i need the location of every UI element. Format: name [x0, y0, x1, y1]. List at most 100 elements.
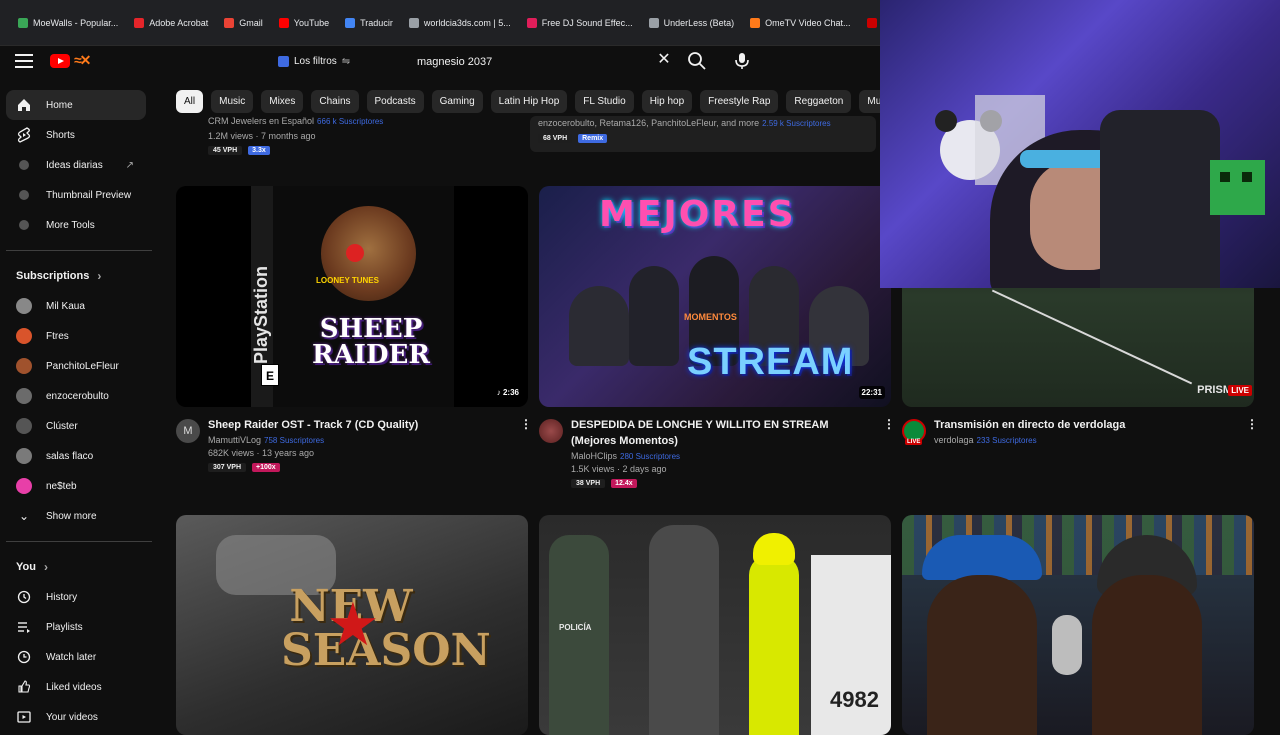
video-thumbnail[interactable]: POLICÍA 4982: [539, 515, 891, 735]
sidebar-item-shorts[interactable]: Shorts: [0, 120, 152, 150]
subscriber-count: 666 k Suscriptores: [317, 117, 384, 126]
filter-chip[interactable]: Mixes: [261, 90, 304, 113]
video-thumbnail[interactable]: [902, 515, 1254, 735]
subscription-item[interactable]: ne$teb: [0, 471, 152, 501]
video-thumbnail[interactable]: NEW SEASON ★: [176, 515, 528, 735]
subscription-label: Clúster: [46, 420, 78, 432]
search-button[interactable]: [686, 50, 708, 72]
clear-search-icon[interactable]: ✕: [655, 51, 673, 69]
filters-button[interactable]: Los filtros ⇋: [268, 50, 360, 72]
bookmark-item[interactable]: Free DJ Sound Effec...: [519, 14, 641, 32]
vph-badge: 307 VPH: [208, 463, 247, 472]
sidebar-item-home[interactable]: Home: [6, 90, 146, 120]
subscription-item[interactable]: Mil Kaua: [0, 291, 152, 321]
bookmark-item[interactable]: worldcia3ds.com | 5...: [401, 14, 519, 32]
show-more-button[interactable]: ⌄ Show more: [0, 501, 152, 531]
video-card[interactable]: [902, 515, 1254, 735]
sidebar-item-like[interactable]: Liked videos: [0, 672, 152, 702]
subscription-label: Mil Kaua: [46, 300, 85, 312]
esrb-rating-icon: E: [261, 364, 279, 386]
more-actions-icon[interactable]: ⋮: [883, 417, 895, 431]
voice-search-button[interactable]: [732, 50, 752, 72]
partial-video-right-meta: enzocerobulto, Retama126, PanchitoLeFleu…: [530, 116, 876, 152]
filter-chip[interactable]: Freestyle Rap: [700, 90, 779, 113]
video-title[interactable]: Sheep Raider OST - Track 7 (CD Quality): [208, 417, 528, 433]
menu-button[interactable]: [15, 54, 33, 68]
avatar-live-badge: LIVE: [905, 439, 923, 445]
home-icon: [16, 97, 32, 113]
filter-chip[interactable]: All: [176, 90, 204, 113]
video-card[interactable]: NEW SEASON ★: [176, 515, 528, 735]
filter-chip[interactable]: Podcasts: [366, 90, 424, 113]
bookmark-label: Adobe Acrobat: [149, 17, 209, 28]
filter-chip[interactable]: Chains: [311, 90, 359, 113]
you-heading[interactable]: You ›: [0, 552, 152, 582]
video-card[interactable]: MEJORES MOMENTOS STREAM 22:31 DESPEDIDA …: [539, 186, 895, 488]
subscription-item[interactable]: salas flaco: [0, 441, 152, 471]
video-title[interactable]: Transmisión en directo de verdolaga: [934, 417, 1254, 433]
sidebar-item-label: More Tools: [46, 219, 95, 231]
more-actions-icon[interactable]: ⋮: [520, 417, 532, 431]
bookmark-item[interactable]: Traducir: [337, 14, 401, 32]
duration-badge: 22:31: [858, 386, 885, 399]
search-input[interactable]: magnesio 2037: [405, 48, 680, 76]
sidebar-item-your-videos[interactable]: Your videos: [0, 702, 152, 732]
avatar: [16, 478, 32, 494]
subscriptions-heading[interactable]: Subscriptions ›: [0, 261, 152, 291]
subscription-item[interactable]: enzocerobulto: [0, 381, 152, 411]
sidebar-item-watch-later[interactable]: Watch later: [0, 642, 152, 672]
channel-name[interactable]: verdolaga: [934, 435, 974, 445]
video-thumbnail[interactable]: PlayStation LOONEY TUNES SHEEP RAIDER E …: [176, 186, 528, 407]
bookmark-favicon-icon: [134, 17, 145, 28]
subscription-item[interactable]: Clúster: [0, 411, 152, 441]
sidebar-item-playlists[interactable]: Playlists: [0, 612, 152, 642]
red-star-icon: ★: [326, 591, 380, 658]
channel-name[interactable]: MaloHClips: [571, 451, 617, 461]
bookmark-favicon-icon: [648, 17, 659, 28]
channel-avatar[interactable]: [539, 419, 563, 443]
filter-chip[interactable]: Latin Hip Hop: [490, 90, 568, 113]
police-officer-art: [549, 535, 609, 735]
bookmark-item[interactable]: OmeTV Video Chat...: [742, 14, 858, 32]
sidebar-item-history[interactable]: History: [0, 582, 152, 612]
bookmark-item[interactable]: YouTube: [271, 14, 337, 32]
bookmark-item[interactable]: Gmail: [216, 14, 271, 32]
video-card[interactable]: PlayStation LOONEY TUNES SHEEP RAIDER E …: [176, 186, 532, 472]
outlier-badge: +100x: [252, 463, 280, 472]
helmet-art: [753, 533, 795, 565]
subscription-item[interactable]: PanchitoLeFleur: [0, 351, 152, 381]
sidebar-item-ideas-diarias[interactable]: Ideas diarias ↗: [0, 150, 152, 180]
flame-icon: ≈✕: [74, 52, 91, 68]
channel-avatar[interactable]: M: [176, 419, 200, 443]
video-stats: 1.2M views · 7 months ago: [208, 131, 316, 141]
video-thumbnail[interactable]: MEJORES MOMENTOS STREAM 22:31: [539, 186, 891, 407]
subscription-label: enzocerobulto: [46, 390, 109, 402]
filter-chip[interactable]: FL Studio: [575, 90, 634, 113]
channel-name[interactable]: MamuttiVLog: [208, 435, 261, 445]
video-title[interactable]: DESPEDIDA DE LONCHE Y WILLITO EN STREAM …: [571, 417, 891, 449]
filter-chip[interactable]: Reggaeton: [786, 90, 852, 113]
live-badge: LIVE: [1228, 385, 1252, 396]
history-icon: [16, 589, 32, 605]
subscription-item[interactable]: Ftres: [0, 321, 152, 351]
sidebar-item-more-tools[interactable]: More Tools: [0, 210, 152, 240]
bookmark-favicon-icon: [750, 17, 761, 28]
more-actions-icon[interactable]: ⋮: [1246, 417, 1258, 431]
sidebar-item-thumbnail-preview[interactable]: Thumbnail Preview: [0, 180, 152, 210]
bookmark-favicon-icon: [224, 17, 235, 28]
filter-chip[interactable]: Music: [211, 90, 254, 113]
bookmark-item[interactable]: Adobe Acrobat: [126, 14, 216, 32]
cover-art: PlayStation LOONEY TUNES SHEEP RAIDER E: [251, 186, 454, 407]
avatar: [16, 418, 32, 434]
filter-chip[interactable]: Gaming: [431, 90, 483, 113]
bookmark-item[interactable]: UnderLess (Beta): [641, 14, 743, 32]
filter-chip[interactable]: Hip hop: [641, 90, 693, 113]
video-card[interactable]: POLICÍA 4982: [539, 515, 891, 735]
coyote-art: [321, 206, 416, 301]
watch-later-icon: [16, 649, 32, 665]
bookmark-item[interactable]: MoeWalls - Popular...: [10, 14, 126, 32]
youtube-logo[interactable]: ≈✕: [50, 52, 91, 69]
channel-name[interactable]: CRM Jewelers en Español: [208, 116, 314, 126]
channel-name[interactable]: enzocerobulto, Retama126, PanchitoLeFleu…: [538, 118, 759, 128]
creeper-plush-art: [1210, 160, 1265, 215]
